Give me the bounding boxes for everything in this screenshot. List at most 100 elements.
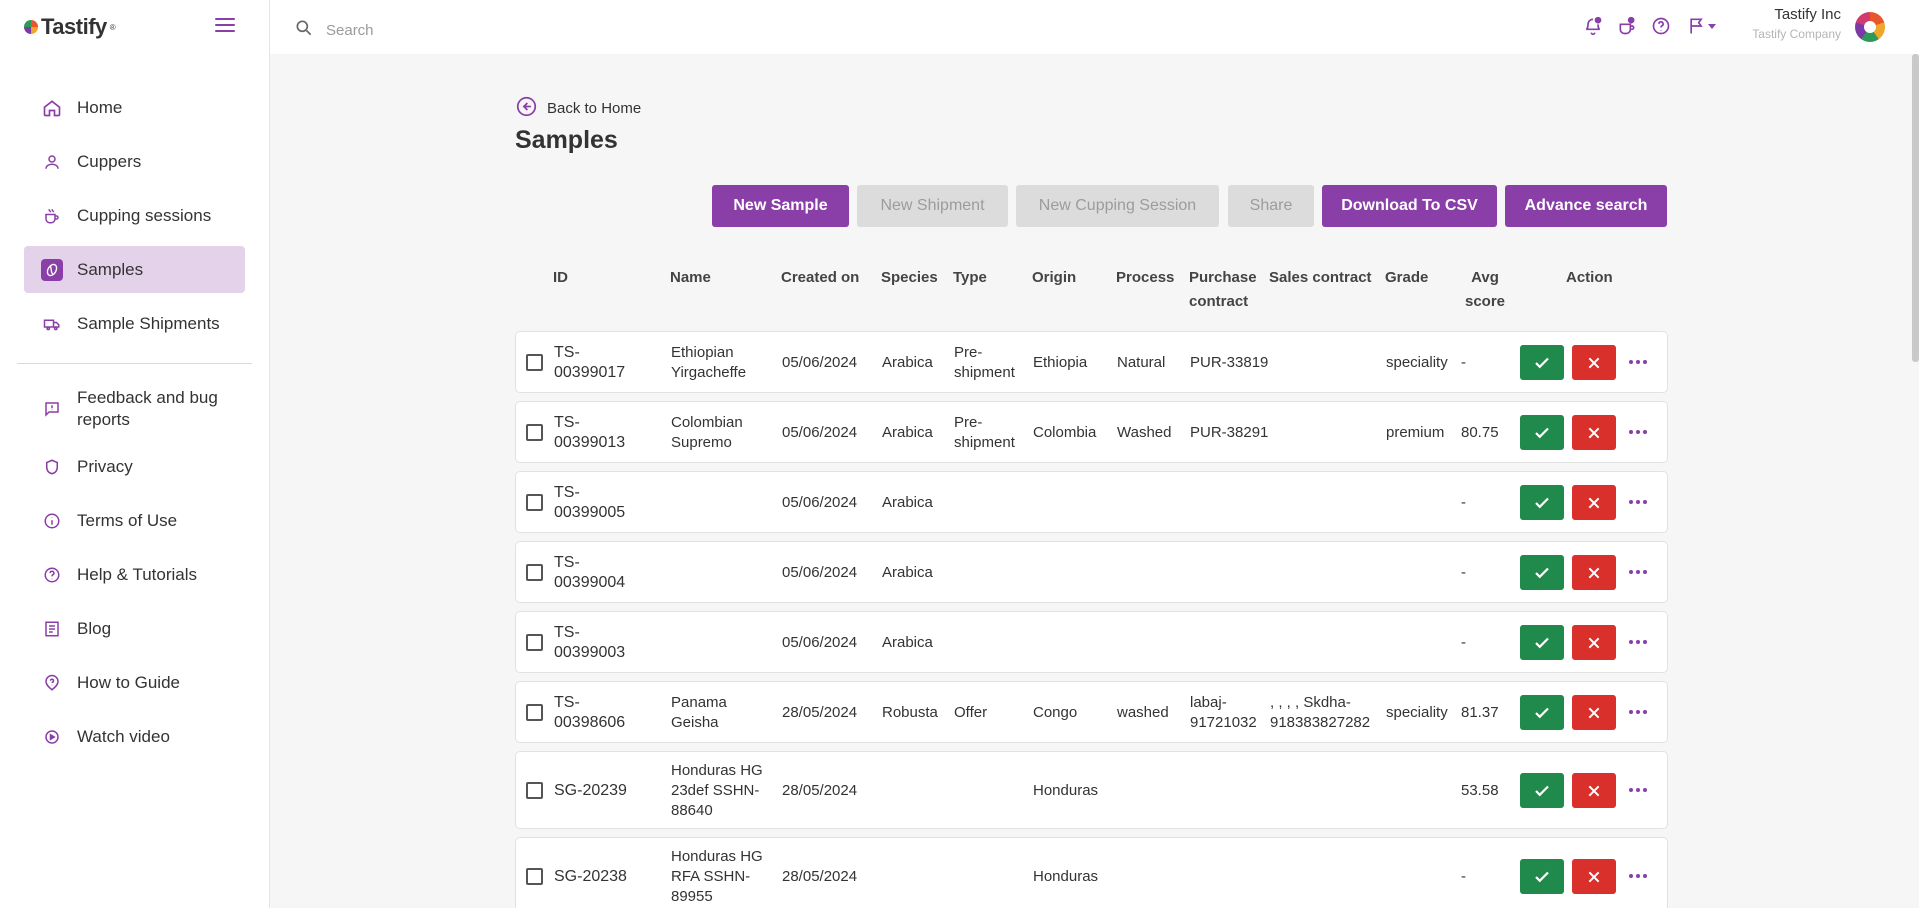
table-row[interactable]: TS-00399017 Ethiopian Yirgacheffe 05/06/20… bbox=[515, 331, 1668, 393]
sidebar-item-feedback[interactable]: Feedback and bug reports bbox=[24, 382, 245, 436]
row-checkbox[interactable] bbox=[526, 424, 543, 441]
download-csv-button[interactable]: Download To CSV bbox=[1322, 185, 1497, 227]
search-input[interactable] bbox=[326, 22, 726, 39]
approve-button[interactable] bbox=[1520, 773, 1564, 808]
column-header-purchase-contract[interactable]: Purchase contract bbox=[1189, 266, 1261, 314]
row-checkbox[interactable] bbox=[526, 354, 543, 371]
sidebar-item-label: Terms of Use bbox=[77, 510, 178, 530]
reject-button[interactable] bbox=[1572, 485, 1616, 520]
sidebar-item-help[interactable]: Help & Tutorials bbox=[24, 551, 245, 598]
column-header-process[interactable]: Process bbox=[1116, 266, 1174, 290]
cell-id[interactable]: TS-00399005 bbox=[554, 472, 640, 534]
cell-id[interactable]: TS-00399017 bbox=[554, 332, 640, 394]
messages-icon[interactable] bbox=[1616, 15, 1638, 37]
flag-icon[interactable] bbox=[1684, 15, 1720, 37]
approve-button[interactable] bbox=[1520, 345, 1564, 380]
column-header-type[interactable]: Type bbox=[953, 266, 987, 290]
approve-button[interactable] bbox=[1520, 625, 1564, 660]
table-row[interactable]: SG-20238 Honduras HG RFA SSHN-89955 28/05/… bbox=[515, 837, 1668, 908]
table-row[interactable]: TS-00399003 05/06/2024 Arabica - bbox=[515, 611, 1668, 673]
cell-id[interactable]: TS-00399003 bbox=[554, 612, 640, 674]
reject-button[interactable] bbox=[1572, 773, 1616, 808]
check-icon bbox=[1535, 497, 1549, 508]
reject-button[interactable] bbox=[1572, 555, 1616, 590]
column-header-grade[interactable]: Grade bbox=[1385, 266, 1428, 290]
table-row[interactable]: SG-20239 Honduras HG 23def SSHN-88640 28/0… bbox=[515, 751, 1668, 829]
cell-name: Honduras HG 23def SSHN-88640 bbox=[671, 762, 763, 819]
column-header-origin[interactable]: Origin bbox=[1032, 266, 1076, 290]
cell-created-on: 05/06/2024 bbox=[782, 424, 858, 441]
reject-button[interactable] bbox=[1572, 625, 1616, 660]
logo[interactable]: Tastify ® bbox=[24, 14, 116, 40]
more-options-icon[interactable] bbox=[1626, 422, 1650, 442]
cell-created-on: 05/06/2024 bbox=[782, 564, 858, 581]
cell-id[interactable]: TS-00398606 bbox=[554, 682, 640, 744]
more-options-icon[interactable] bbox=[1626, 562, 1650, 582]
new-sample-button[interactable]: New Sample bbox=[712, 185, 849, 227]
approve-button[interactable] bbox=[1520, 555, 1564, 590]
column-header-id[interactable]: ID bbox=[553, 266, 568, 290]
sidebar-item-home[interactable]: Home bbox=[24, 84, 245, 131]
cell-purchase-contract bbox=[1190, 612, 1270, 674]
cell-id[interactable]: SG-20238 bbox=[554, 838, 640, 908]
more-options-icon[interactable] bbox=[1626, 780, 1650, 800]
sidebar-item-cupping-sessions[interactable]: Cupping sessions bbox=[24, 192, 245, 239]
row-checkbox[interactable] bbox=[526, 782, 543, 799]
avatar[interactable] bbox=[1855, 12, 1885, 42]
row-checkbox[interactable] bbox=[526, 564, 543, 581]
cell-id[interactable]: TS-00399004 bbox=[554, 542, 640, 604]
row-checkbox[interactable] bbox=[526, 704, 543, 721]
column-header-avg-score[interactable]: Avg score bbox=[1462, 266, 1508, 314]
notification-icon[interactable] bbox=[1582, 15, 1604, 37]
cell-avg-score: - bbox=[1461, 354, 1466, 371]
table-row[interactable]: TS-00399005 05/06/2024 Arabica - bbox=[515, 471, 1668, 533]
row-checkbox[interactable] bbox=[526, 868, 543, 885]
new-shipment-button[interactable]: New Shipment bbox=[857, 185, 1008, 227]
sidebar-item-blog[interactable]: Blog bbox=[24, 605, 245, 652]
table-row[interactable]: TS-00399004 05/06/2024 Arabica - bbox=[515, 541, 1668, 603]
approve-button[interactable] bbox=[1520, 695, 1564, 730]
cell-sales-contract bbox=[1270, 542, 1386, 604]
more-options-icon[interactable] bbox=[1626, 702, 1650, 722]
cell-created-on: 05/06/2024 bbox=[782, 494, 858, 511]
back-to-home-link[interactable]: Back to Home bbox=[516, 96, 641, 121]
sidebar-item-watch-video[interactable]: Watch video bbox=[24, 713, 245, 760]
reject-button[interactable] bbox=[1572, 695, 1616, 730]
cell-created-on: 28/05/2024 bbox=[782, 704, 858, 721]
home-icon bbox=[41, 97, 63, 119]
new-cupping-session-button[interactable]: New Cupping Session bbox=[1016, 185, 1219, 227]
row-checkbox[interactable] bbox=[526, 494, 543, 511]
cell-type: Pre-shipment bbox=[954, 414, 1015, 451]
reject-button[interactable] bbox=[1572, 859, 1616, 894]
more-options-icon[interactable] bbox=[1626, 352, 1650, 372]
table-row[interactable]: TS-00399013 Colombian Supremo 05/06/2024 Ar… bbox=[515, 401, 1668, 463]
approve-button[interactable] bbox=[1520, 859, 1564, 894]
reject-button[interactable] bbox=[1572, 345, 1616, 380]
column-header-created-on[interactable]: Created on bbox=[781, 266, 859, 290]
column-header-species[interactable]: Species bbox=[881, 266, 938, 290]
share-button[interactable]: Share bbox=[1228, 185, 1314, 227]
menu-toggle-button[interactable] bbox=[214, 16, 236, 34]
approve-button[interactable] bbox=[1520, 415, 1564, 450]
more-options-icon[interactable] bbox=[1626, 866, 1650, 886]
sidebar-item-cuppers[interactable]: Cuppers bbox=[24, 138, 245, 185]
sidebar-item-terms[interactable]: Terms of Use bbox=[24, 497, 245, 544]
cell-id[interactable]: SG-20239 bbox=[554, 752, 640, 830]
column-header-name[interactable]: Name bbox=[670, 266, 711, 290]
row-checkbox[interactable] bbox=[526, 634, 543, 651]
advanced-search-button[interactable]: Advance search bbox=[1505, 185, 1667, 227]
sidebar-item-privacy[interactable]: Privacy bbox=[24, 443, 245, 490]
cell-origin bbox=[1033, 542, 1103, 604]
cell-origin: Colombia bbox=[1033, 424, 1097, 441]
cell-sales-contract bbox=[1270, 612, 1386, 674]
more-options-icon[interactable] bbox=[1626, 632, 1650, 652]
help-circle-icon[interactable] bbox=[1650, 15, 1672, 37]
reject-button[interactable] bbox=[1572, 415, 1616, 450]
column-header-sales-contract[interactable]: Sales contract bbox=[1269, 266, 1372, 290]
cell-id[interactable]: TS-00399013 bbox=[554, 402, 640, 464]
more-options-icon[interactable] bbox=[1626, 492, 1650, 512]
approve-button[interactable] bbox=[1520, 485, 1564, 520]
sidebar-item-how-to-guide[interactable]: How to Guide bbox=[24, 659, 245, 706]
table-row[interactable]: TS-00398606 Panama Geisha 28/05/2024 Robust… bbox=[515, 681, 1668, 743]
user-info[interactable]: Tastify Inc Tastify Company bbox=[1752, 6, 1841, 41]
